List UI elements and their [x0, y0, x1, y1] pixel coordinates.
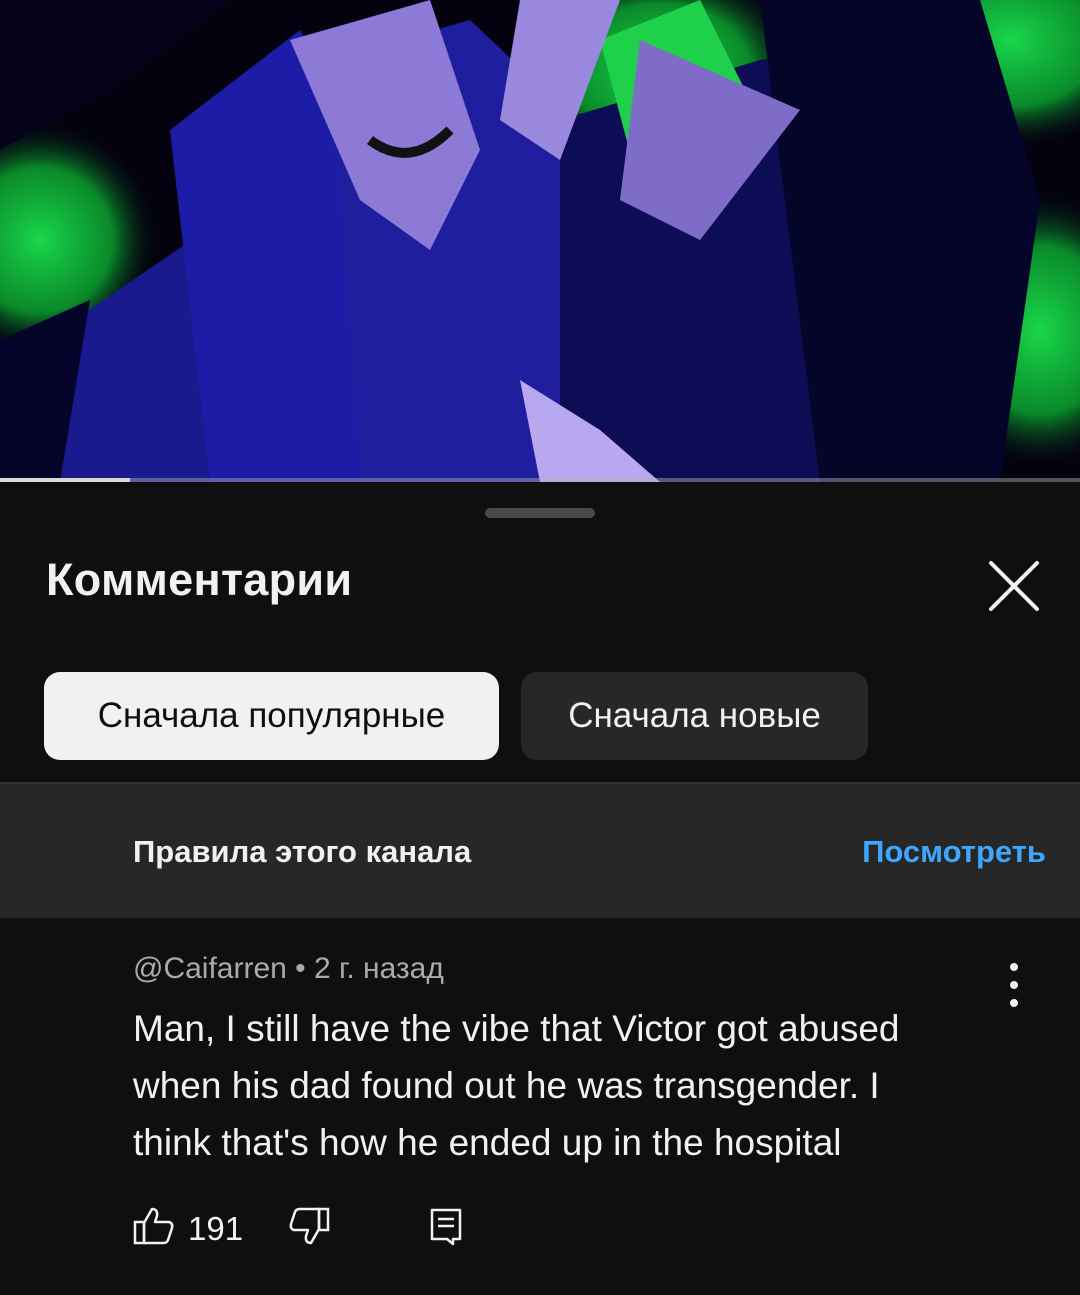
comment-item: @Caifarren • 2 г. назад Man, I still hav…	[0, 916, 1080, 1295]
youtube-comments-screen: Комментарии Сначала популярные Сначала н…	[0, 0, 1080, 1295]
video-frame-artwork	[0, 0, 1080, 482]
comment-more-button[interactable]	[994, 960, 1034, 1010]
comment-actions: 191	[133, 1206, 533, 1252]
like-icon	[133, 1207, 174, 1245]
video-progress-bar[interactable]	[0, 478, 1080, 482]
sort-chip-newest[interactable]: Сначала новые	[521, 672, 868, 760]
channel-rules-text: Правила этого канала	[133, 834, 472, 869]
video-player[interactable]	[0, 0, 1080, 482]
meta-separator: •	[286, 952, 315, 985]
reply-icon	[430, 1208, 462, 1246]
sort-chip-top[interactable]: Сначала популярные	[44, 672, 499, 760]
sort-chip-top-label: Сначала популярные	[97, 696, 446, 735]
comment-meta: @Caifarren • 2 г. назад	[133, 952, 444, 986]
channel-rules-banner: Правила этого канала Посмотреть	[0, 782, 1080, 918]
sort-chip-newest-label: Сначала новые	[568, 696, 821, 735]
comment-time: 2 г. назад	[314, 952, 444, 985]
comments-panel: Комментарии Сначала популярные Сначала н…	[0, 486, 1080, 1295]
like-count: 191	[188, 1210, 244, 1247]
comments-title: Комментарии	[46, 554, 353, 605]
dislike-button[interactable]	[288, 1206, 330, 1251]
drag-handle[interactable]	[485, 508, 595, 518]
comment-text: Man, I still have the vibe that Victor g…	[133, 1008, 900, 1163]
comment-author[interactable]: @Caifarren	[133, 952, 287, 985]
more-vert-icon	[1010, 963, 1018, 971]
reply-button[interactable]	[429, 1206, 463, 1251]
more-vert-icon-dot	[1010, 981, 1018, 989]
dislike-icon	[289, 1207, 330, 1245]
more-vert-icon-dot	[1010, 999, 1018, 1007]
view-rules-link[interactable]: Посмотреть	[862, 834, 1046, 870]
close-button[interactable]	[980, 552, 1048, 620]
video-progress-fill	[0, 478, 130, 482]
close-icon	[989, 561, 1039, 611]
like-button[interactable]	[133, 1206, 175, 1251]
